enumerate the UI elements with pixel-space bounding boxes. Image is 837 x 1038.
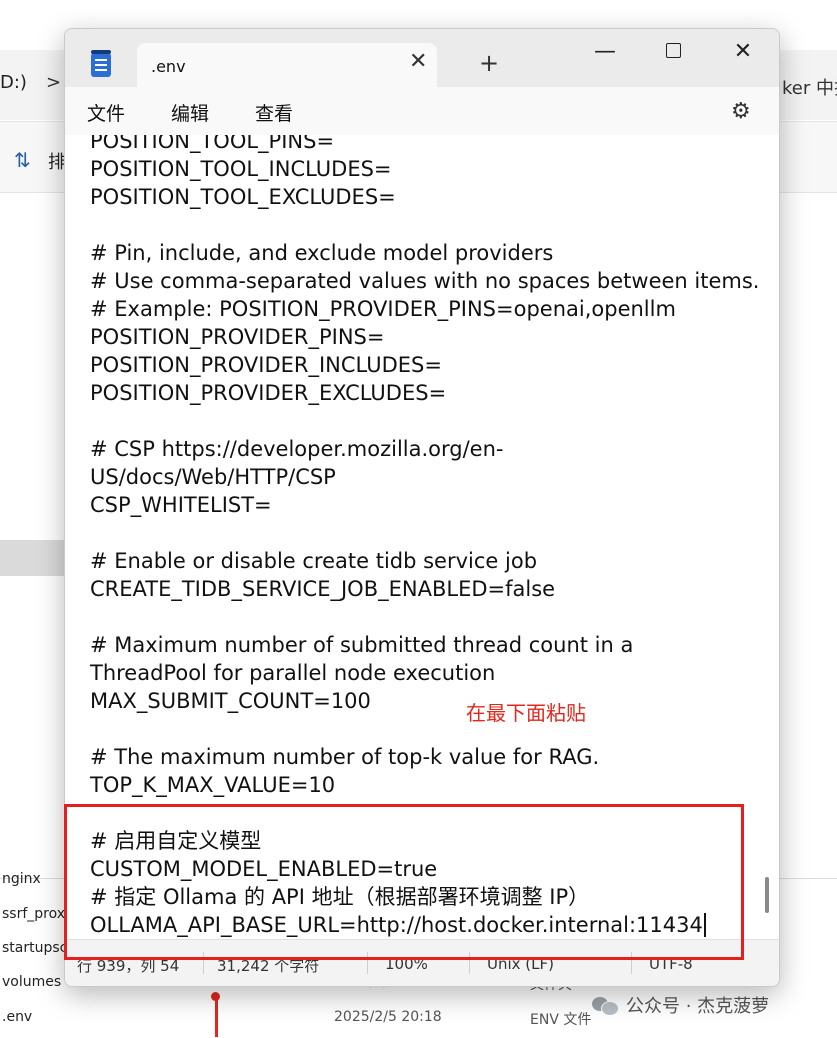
file-date: 2025/2/5 20:18	[334, 1009, 442, 1025]
editor-line: POSITION_TOOL_EXCLUDES=	[90, 185, 396, 209]
editor-line: POSITION_TOOL_INCLUDES=	[90, 157, 392, 181]
editor-line: # Example: POSITION_PROVIDER_PINS=openai…	[90, 297, 676, 321]
title-bar[interactable]: .env ✕ + — ✕	[65, 29, 779, 87]
editor-line: # The maximum number of top-k value for …	[90, 745, 600, 769]
close-window-button[interactable]: ✕	[723, 37, 763, 67]
drive-label[interactable]: D:)	[0, 72, 27, 93]
editor-line: POSITION_PROVIDER_EXCLUDES=	[90, 381, 447, 405]
highlight-box	[64, 804, 744, 960]
annotation-arrow-line	[215, 998, 218, 1037]
file-list-item[interactable]: ssrf_prox	[2, 906, 65, 922]
editor-line: MAX_SUBMIT_COUNT=100	[90, 689, 371, 713]
explorer-selected-nav-item[interactable]	[0, 540, 70, 576]
file-list-item[interactable]: startupsc	[2, 940, 67, 956]
editor-line: # Pin, include, and exclude model provid…	[90, 241, 554, 265]
editor-line: POSITION_PROVIDER_PINS=	[90, 325, 385, 349]
menu-view[interactable]: 查看	[255, 99, 293, 126]
explorer-search-text[interactable]: ker 中搜	[782, 74, 837, 100]
file-list-item[interactable]: volumes	[2, 974, 61, 990]
new-tab-button[interactable]: +	[479, 51, 499, 75]
editor-line: CSP_WHITELIST=	[90, 493, 272, 517]
menu-file[interactable]: 文件	[87, 99, 125, 126]
notepad-app-icon	[91, 50, 111, 77]
editor-line: POSITION_TOOL_PINS=	[90, 135, 335, 153]
menu-bar: 文件 编辑 查看 ⚙	[65, 87, 779, 135]
editor-line: POSITION_PROVIDER_INCLUDES=	[90, 353, 442, 377]
watermark: 公众号 · 杰克菠萝	[592, 990, 769, 1020]
tab-close-icon[interactable]: ✕	[409, 51, 427, 73]
editor-line: US/docs/Web/HTTP/CSP	[90, 465, 336, 489]
annotation-note: 在最下面粘贴	[466, 701, 586, 725]
editor-line: # Maximum number of submitted thread cou…	[90, 633, 634, 657]
tab-env[interactable]: .env ✕	[137, 43, 437, 87]
breadcrumb-chevron-icon[interactable]: >	[46, 72, 61, 93]
editor-line: TOP_K_MAX_VALUE=10	[90, 773, 336, 797]
maximize-icon	[665, 43, 681, 58]
gear-icon[interactable]: ⚙	[731, 99, 751, 124]
editor-line: # Enable or disable create tidb service …	[90, 549, 538, 573]
file-list-item[interactable]: nginx	[2, 871, 41, 887]
file-list-item[interactable]: .env	[2, 1009, 32, 1025]
minimize-button[interactable]: —	[585, 37, 625, 67]
editor-line: # Use comma-separated values with no spa…	[90, 269, 760, 293]
menu-edit[interactable]: 编辑	[171, 99, 209, 126]
sort-icon[interactable]: ⇅	[14, 148, 31, 172]
editor-line: CREATE_TIDB_SERVICE_JOB_ENABLED=false	[90, 577, 556, 601]
editor-line: # CSP https://developer.mozilla.org/en-	[90, 437, 504, 461]
wechat-icon	[592, 995, 619, 1016]
watermark-text: 公众号 · 杰克菠萝	[626, 996, 770, 1017]
tab-title: .env	[151, 57, 186, 76]
file-type: ENV 文件	[530, 1012, 592, 1028]
editor-line: ThreadPool for parallel node execution	[90, 661, 496, 685]
scrollbar-thumb[interactable]	[765, 877, 769, 913]
maximize-button[interactable]	[653, 37, 693, 67]
